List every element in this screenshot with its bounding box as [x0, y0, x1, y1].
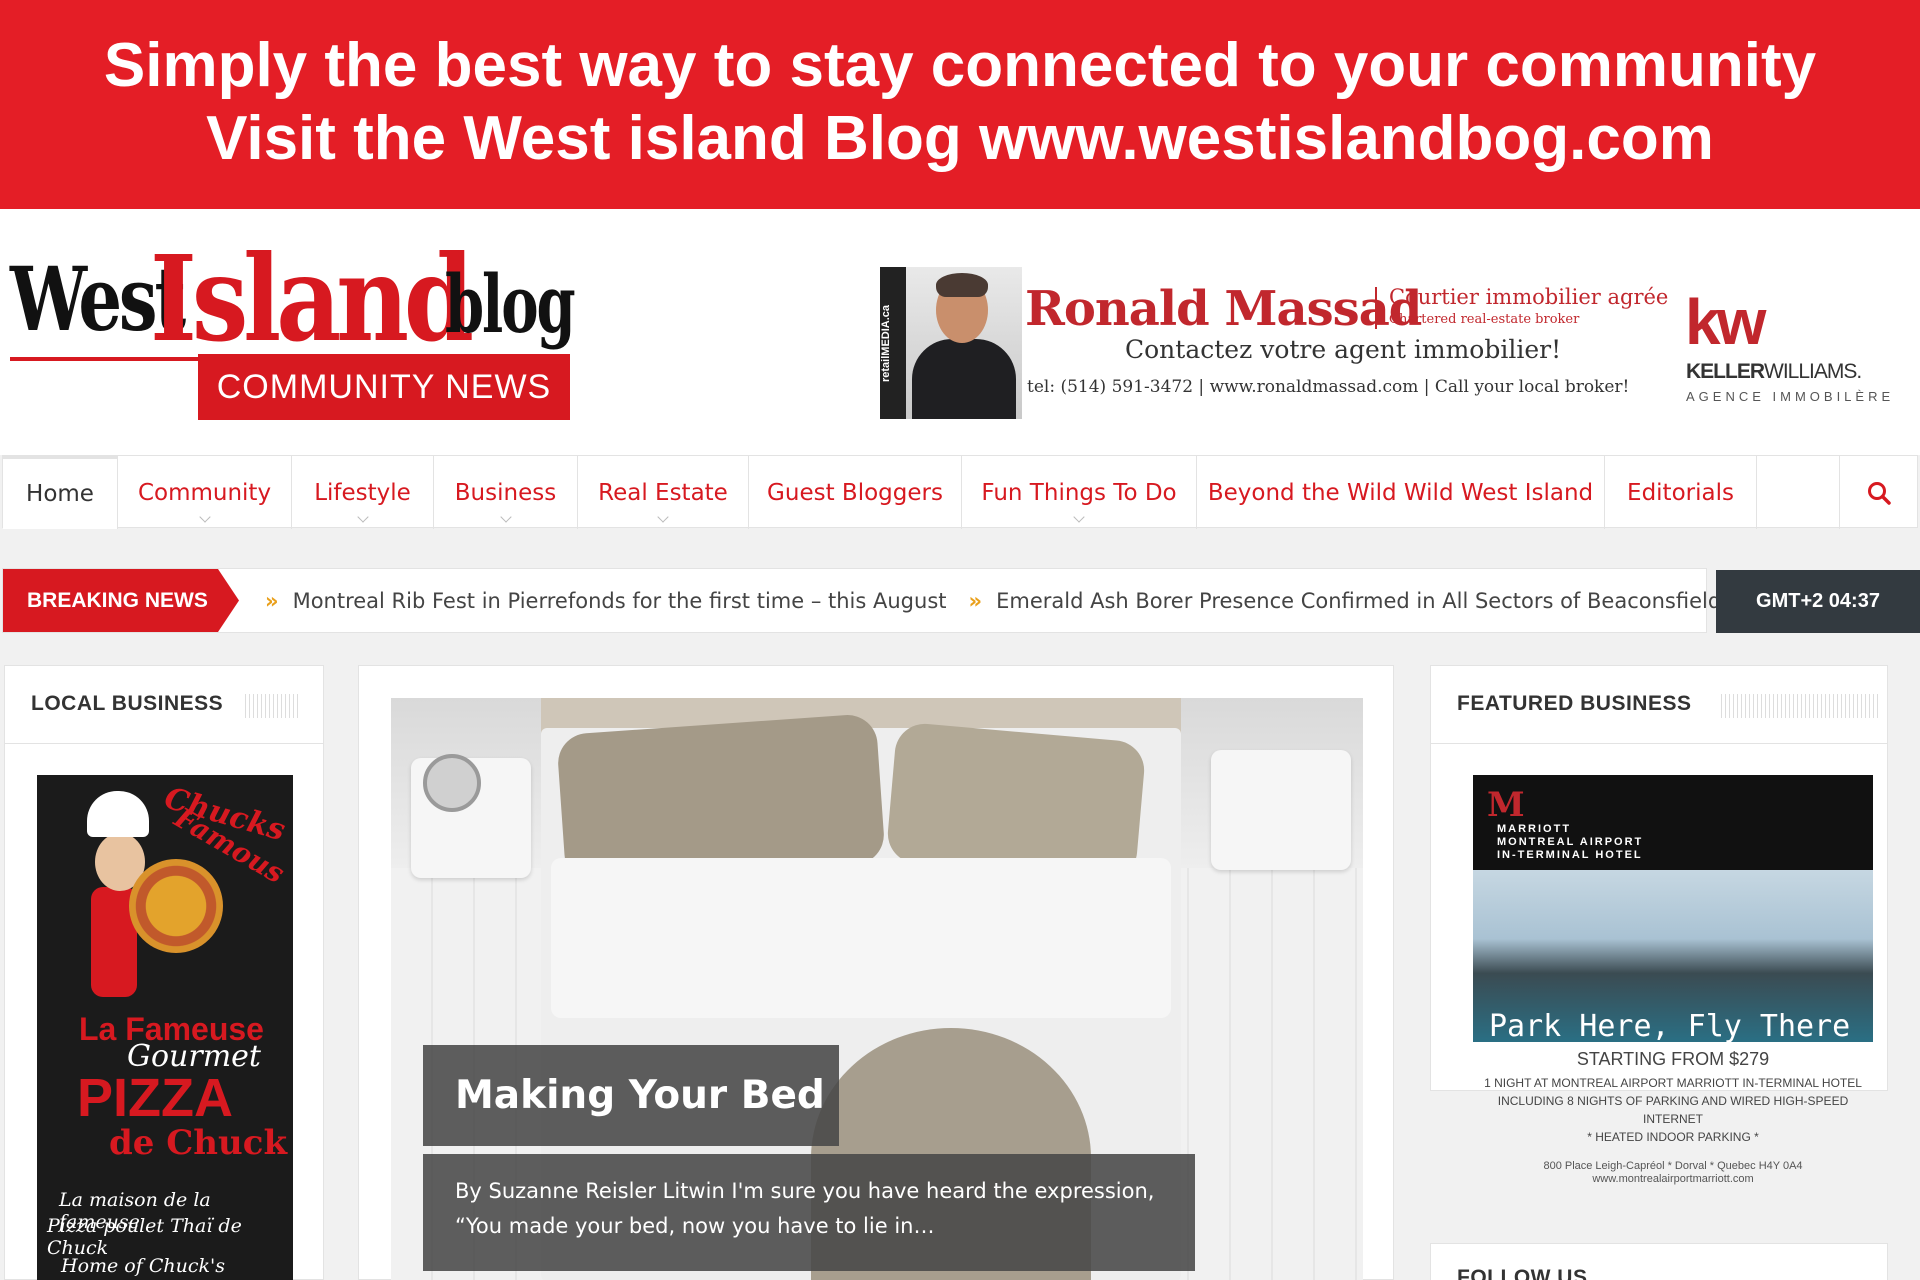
chevron-down-icon	[657, 511, 669, 523]
nav-lifestyle[interactable]: Lifestyle	[292, 456, 434, 529]
promo-banner: Simply the best way to stay connected to…	[0, 0, 1920, 209]
agent-photo	[906, 267, 1022, 419]
chevron-down-icon	[499, 511, 512, 523]
ad-text-3: PIZZA	[77, 1068, 233, 1128]
widget-title: FEATURED BUSINESS	[1457, 692, 1692, 715]
ad-slogan-2: Pizza poulet Thaï de Chuck	[47, 1215, 242, 1259]
site-header: West Island blog COMMUNITY NEWS retailME…	[0, 209, 1920, 455]
agent-title-en: Chartered real-estate broker	[1389, 312, 1580, 327]
widget-header: FOLLOW US	[1431, 1244, 1887, 1280]
ad-divider	[1375, 287, 1377, 329]
chevron-down-icon	[356, 511, 369, 523]
post-title[interactable]: Making Your Bed	[423, 1045, 839, 1146]
ticker-item[interactable]: Montreal Rib Fest in Pierrefonds for the…	[293, 589, 947, 613]
pizza-image	[129, 859, 223, 953]
follow-us-widget: FOLLOW US	[1430, 1243, 1888, 1280]
nav-business[interactable]: Business	[434, 456, 578, 529]
ad-details: 1 NIGHT AT MONTREAL AIRPORT MARRIOTT IN-…	[1484, 1076, 1862, 1144]
post-excerpt: By Suzanne Reisler Litwin I'm sure you h…	[423, 1154, 1195, 1271]
keller-williams-logo: kw	[1685, 286, 1766, 358]
chevron-down-icon	[1073, 511, 1085, 523]
logo-tagline: COMMUNITY NEWS	[198, 354, 570, 420]
logo-word-island: Island	[150, 229, 474, 368]
header-stripes	[245, 694, 301, 718]
ad-text-4: de Chuck	[109, 1123, 288, 1163]
ticker-arrow-icon: »	[968, 588, 983, 613]
marriott-logo: M	[1487, 785, 1525, 825]
promo-line-2: Visit the West island Blog www.westislan…	[206, 104, 1714, 173]
logo-word-blog: blog	[445, 257, 576, 351]
ad-slogan: Park Here, Fly There	[1489, 1009, 1851, 1044]
nav-beyond-west-island[interactable]: Beyond the Wild Wild West Island	[1197, 456, 1605, 529]
local-business-widget: LOCAL BUSINESS Chucks Famous La Fameuse …	[4, 665, 324, 1280]
featured-post-image[interactable]: Making Your Bed By Suzanne Reisler Litwi…	[391, 698, 1363, 1280]
ticker-item[interactable]: Emerald Ash Borer Presence Confirmed in …	[996, 589, 1721, 613]
chevron-down-icon	[198, 511, 211, 523]
alarm-clock-image	[423, 754, 481, 812]
ticker-arrow-icon: »	[265, 588, 279, 613]
ad-price: STARTING FROM $279	[1576, 1049, 1770, 1069]
header-ad-banner[interactable]: retailMEDIA.ca Ronald Massad Courtier im…	[880, 257, 1920, 419]
marriott-ad-details: STARTING FROM $279 1 NIGHT AT MONTREAL A…	[1473, 1049, 1873, 1186]
chucks-pizza-ad[interactable]: Chucks Famous La Fameuse Gourmet PIZZA d…	[37, 775, 293, 1280]
hotel-name: MARRIOTT MONTREAL AIRPORT IN-TERMINAL HO…	[1497, 823, 1644, 861]
nav-fun-things[interactable]: Fun Things To Do	[962, 456, 1197, 529]
ad-contact-line: Contactez votre agent immobilier!	[1125, 335, 1562, 364]
widget-header: FEATURED BUSINESS	[1431, 666, 1887, 744]
nav-home[interactable]: Home	[3, 456, 118, 529]
breaking-news-label: BREAKING NEWS	[3, 569, 239, 632]
breaking-news-bar: BREAKING NEWS » Montreal Rib Fest in Pie…	[2, 568, 1757, 633]
ad-slogan-3: Home of Chuck's famous	[61, 1255, 225, 1280]
time-display: GMT+2 04:37	[1716, 570, 1920, 633]
site-logo[interactable]: West Island blog COMMUNITY NEWS	[10, 229, 576, 434]
nav-guest-bloggers[interactable]: Guest Bloggers	[749, 456, 962, 529]
ad-address: 800 Place Leigh-Capréol * Dorval * Quebe…	[1543, 1160, 1803, 1185]
agent-name: Ronald Massad	[1025, 281, 1422, 337]
nav-real-estate[interactable]: Real Estate	[578, 456, 749, 529]
widget-header: LOCAL BUSINESS	[5, 666, 323, 744]
nav-editorials[interactable]: Editorials	[1605, 456, 1757, 529]
main-nav: Home Community Lifestyle Business Real E…	[2, 455, 1918, 529]
featured-post: Making Your Bed By Suzanne Reisler Litwi…	[358, 665, 1394, 1280]
widget-title: FOLLOW US	[1457, 1266, 1588, 1280]
keller-williams-name: KELLERWILLIAMS.	[1686, 360, 1862, 383]
news-ticker: » Montreal Rib Fest in Pierrefonds for t…	[265, 569, 1771, 632]
nav-community[interactable]: Community	[118, 456, 292, 529]
search-button[interactable]	[1839, 456, 1917, 529]
promo-line-1: Simply the best way to stay connected to…	[103, 31, 1817, 100]
ad-tel-line: tel: (514) 591-3472 | www.ronaldmassad.c…	[1027, 377, 1630, 397]
agent-title-fr: Courtier immobilier agrée	[1389, 285, 1669, 309]
agence-label: AGENCE IMMOBILÈRE	[1686, 389, 1895, 404]
marriott-ad[interactable]: M MARRIOTT MONTREAL AIRPORT IN-TERMINAL …	[1473, 775, 1873, 1059]
featured-business-widget: FEATURED BUSINESS M MARRIOTT MONTREAL AI…	[1430, 665, 1888, 1185]
marriott-header: M MARRIOTT MONTREAL AIRPORT IN-TERMINAL …	[1473, 775, 1873, 870]
header-stripes	[1721, 694, 1879, 718]
ad-vertical-text: retailMEDIA.ca	[880, 267, 906, 419]
search-icon	[1867, 481, 1891, 505]
widget-title: LOCAL BUSINESS	[31, 692, 224, 715]
